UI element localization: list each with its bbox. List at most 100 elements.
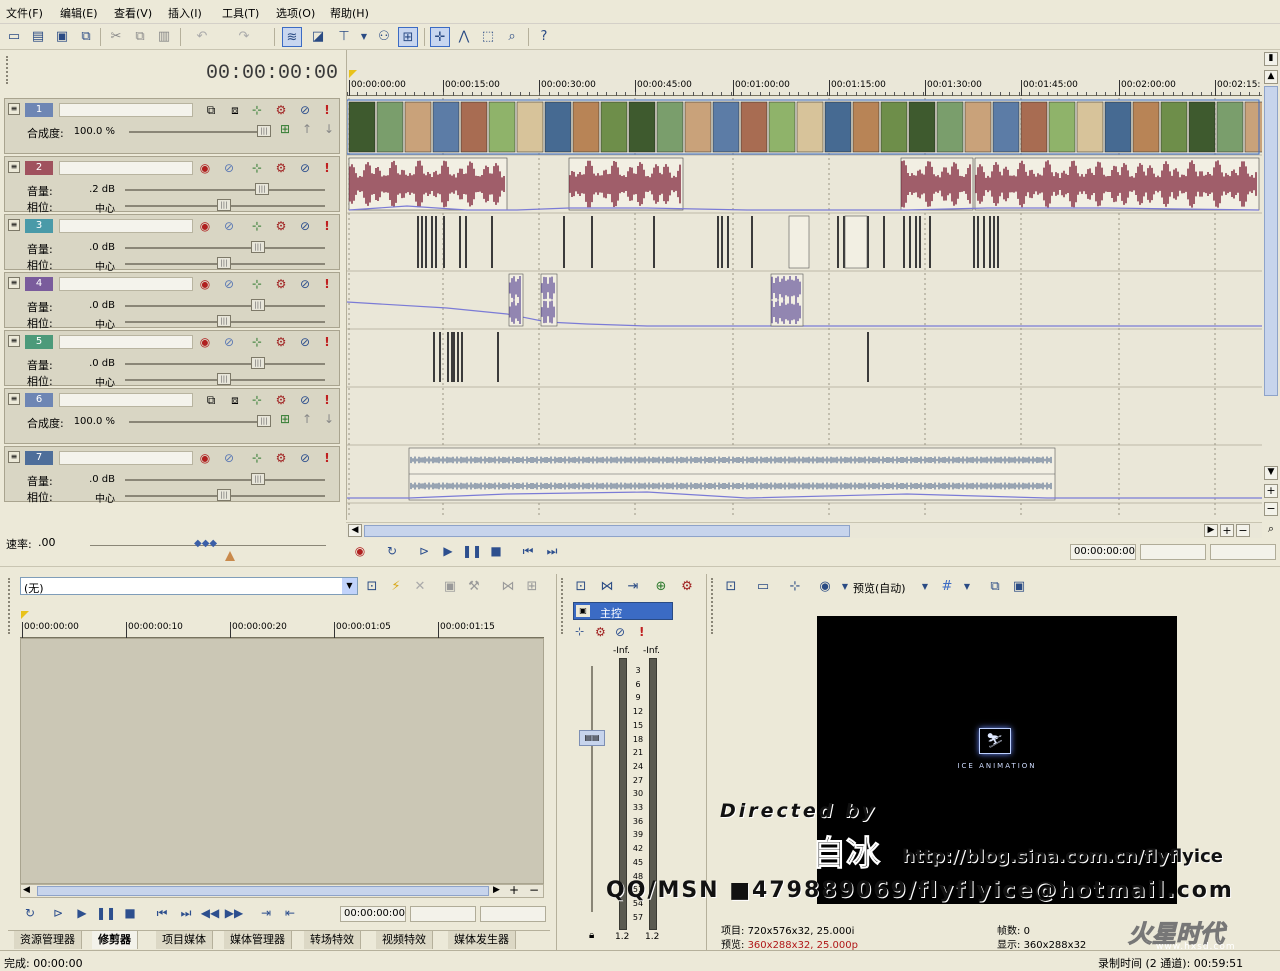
menu-view[interactable]: 查看(V) — [114, 5, 152, 21]
trim-go-to-end-icon[interactable]: ⏭ — [176, 904, 196, 922]
go-to-end-icon[interactable]: ⏭ — [542, 542, 562, 560]
copy-icon[interactable]: ⧉ — [130, 27, 150, 47]
add-to-timeline-icon[interactable]: ⋈ — [498, 577, 518, 597]
external-monitor-icon[interactable]: ▭ — [753, 577, 773, 597]
track-pan-thumb[interactable]: ||| — [217, 257, 231, 269]
master-fader-track[interactable] — [591, 666, 593, 912]
media-properties-icon[interactable]: ⊡ — [362, 577, 382, 597]
composite-mode-icon[interactable]: ⊞ — [277, 121, 293, 137]
quality-dropdown-icon[interactable]: ▼ — [915, 577, 935, 597]
panel-grip[interactable] — [6, 56, 10, 84]
preview-properties-icon[interactable]: ⊡ — [721, 577, 741, 597]
mixer-properties-icon[interactable]: ⊡ — [571, 577, 591, 597]
save-snapshot-icon[interactable]: ▣ — [1009, 577, 1029, 597]
auto-crossfade-icon[interactable]: ◪ — [308, 27, 328, 47]
track-pan-thumb[interactable]: ||| — [217, 373, 231, 385]
track-compositing-icon[interactable]: ⧈ — [227, 102, 243, 118]
zoom-out-horizontal-icon[interactable]: − — [1236, 524, 1250, 537]
track-level-slider[interactable] — [125, 479, 325, 481]
trim-forward-icon[interactable]: ▶▶ — [224, 904, 244, 922]
trim-out-field[interactable] — [480, 906, 546, 922]
track-level-thumb[interactable]: ||| — [251, 299, 265, 311]
track-motion-icon[interactable]: ⧉ — [203, 102, 219, 118]
trimmer-waveform-area[interactable] — [20, 638, 544, 884]
group-icon[interactable]: ⚇ — [374, 27, 394, 47]
envelope-tool-icon[interactable]: ⋀ — [454, 27, 474, 47]
track-header-2[interactable]: ≡ 2 ◉ ⊘ ⊹ ⚙ ⊘! 音量: .2 dB ||| 相位: 中心 ||| — [4, 156, 340, 215]
timeline-ruler[interactable]: 00:00:00:00 00:00:15:00 00:00:30:00 00:00:4… — [347, 80, 1263, 96]
track-level-thumb[interactable]: ||| — [251, 473, 265, 485]
menu-insert[interactable]: 插入(I) — [168, 5, 202, 21]
track-level-slider[interactable] — [125, 305, 325, 307]
track-mute-icon[interactable]: ⊘ — [297, 218, 313, 234]
invert-phase-icon[interactable]: ⊘ — [221, 334, 237, 350]
track-mute-icon[interactable]: ⊘ — [297, 160, 313, 176]
master-mute-icon[interactable]: ⊘ — [615, 625, 625, 639]
track-name-field[interactable] — [59, 219, 193, 233]
trim-zoom-in-icon[interactable]: + — [509, 883, 519, 897]
track-minimize-icon[interactable]: ≡ — [8, 277, 20, 289]
trim-scroll-left-icon[interactable]: ◀ — [23, 885, 30, 895]
play-icon[interactable]: ▶ — [438, 542, 458, 560]
timeline-horizontal-scrollbar[interactable]: ◀ ▶ + − — [346, 522, 1262, 538]
save-icon[interactable]: ▣ — [52, 27, 72, 47]
lock-icon[interactable]: 🔒︎ — [589, 930, 594, 941]
track-fx-icon[interactable]: ⚙ — [273, 392, 289, 408]
dim-output-icon[interactable]: ⇥ — [623, 577, 643, 597]
track-level-slider[interactable] — [129, 421, 271, 423]
normal-edit-tool-icon[interactable]: ✛ — [430, 27, 450, 47]
loop-playback-icon[interactable]: ↻ — [382, 542, 402, 560]
track-lanes[interactable] — [347, 98, 1263, 518]
trim-loop-icon[interactable]: ↻ — [20, 904, 40, 922]
tab-media-manager[interactable]: 媒体管理器 — [224, 931, 292, 949]
track-solo-icon[interactable]: ! — [319, 392, 335, 408]
arm-record-icon[interactable]: ◉ — [197, 218, 213, 234]
invert-phase-icon[interactable]: ⊘ — [221, 160, 237, 176]
trim-play-from-start-icon[interactable]: ⊳ — [48, 904, 68, 922]
track-level-thumb[interactable]: ||| — [251, 357, 265, 369]
track-pan-thumb[interactable]: ||| — [217, 199, 231, 211]
grid-icon[interactable]: # — [937, 577, 957, 597]
trimmer-scrollbar[interactable]: ◀ ▶ + − — [20, 883, 544, 898]
track-name-field[interactable] — [59, 335, 193, 349]
make-parent-icon[interactable]: ↑ — [299, 121, 315, 137]
make-parent-icon[interactable]: ↑ — [299, 411, 315, 427]
trim-scroll-thumb[interactable] — [37, 886, 489, 896]
track-minimize-icon[interactable]: ≡ — [8, 451, 20, 463]
track-mute-icon[interactable]: ⊘ — [297, 392, 313, 408]
overlays-dropdown-icon[interactable]: ▼ — [835, 577, 855, 597]
save-trimmer-icon[interactable]: ▣ — [440, 577, 460, 597]
track-name-field[interactable] — [59, 103, 193, 117]
track-solo-icon[interactable]: ! — [319, 334, 335, 350]
add-region-icon[interactable]: ⊞ — [522, 577, 542, 597]
track-header-7[interactable]: ≡ 7 ◉ ⊘ ⊹ ⚙ ⊘! 音量: .0 dB ||| 相位: 中心 ||| — [4, 446, 340, 505]
track-bypass-icon[interactable]: ⊹ — [249, 334, 265, 350]
snap-dropdown-icon[interactable]: ▼ — [354, 27, 374, 47]
trim-play-icon[interactable]: ▶ — [72, 904, 92, 922]
scroll-up-icon[interactable]: ▲ — [1264, 70, 1278, 84]
grid-dropdown-icon[interactable]: ▼ — [957, 577, 977, 597]
menu-help[interactable]: 帮助(H) — [330, 5, 369, 21]
master-bus-header[interactable]: ▣ 主控 — [573, 602, 673, 620]
trim-mark-out-icon[interactable]: ⇤ — [280, 904, 300, 922]
track-solo-icon[interactable]: ! — [319, 160, 335, 176]
track-mute-icon[interactable]: ⊘ — [297, 450, 313, 466]
make-child-icon[interactable]: ↓ — [321, 411, 337, 427]
track-name-field[interactable] — [59, 451, 193, 465]
zoom-in-horizontal-icon[interactable]: + — [1220, 524, 1234, 537]
track-level-thumb[interactable]: ||| — [257, 125, 271, 137]
copy-snapshot-icon[interactable]: ⧉ — [985, 577, 1005, 597]
timeline-timecode[interactable]: 00:00:00:00 — [200, 62, 338, 85]
ripple-edit-icon[interactable]: ≋ — [282, 27, 302, 47]
track-bypass-icon[interactable]: ⊹ — [249, 218, 265, 234]
zoom-out-vertical-icon[interactable]: − — [1264, 502, 1278, 516]
paste-icon[interactable]: ▥ — [154, 27, 174, 47]
track-minimize-icon[interactable]: ≡ — [8, 335, 20, 347]
track-compositing-icon[interactable]: ⧈ — [227, 392, 243, 408]
selection-start-field[interactable] — [1140, 544, 1206, 560]
invert-phase-icon[interactable]: ⊘ — [221, 276, 237, 292]
media-fx-icon[interactable]: ⚡ — [386, 577, 406, 597]
menu-file[interactable]: 文件(F) — [6, 5, 43, 21]
track-bypass-icon[interactable]: ⊹ — [249, 276, 265, 292]
split-screen-icon[interactable]: ⊹ — [785, 577, 805, 597]
